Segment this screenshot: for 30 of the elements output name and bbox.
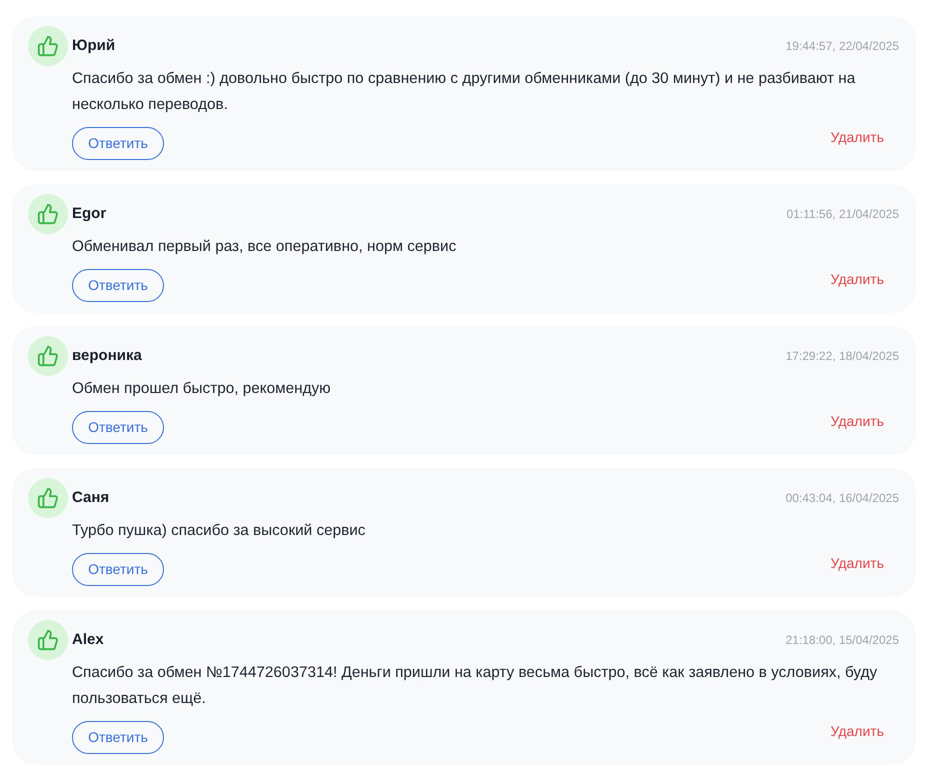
review-date: 19:44:57, 22/04/2025	[786, 38, 899, 55]
delete-button[interactable]: Удалить	[830, 721, 884, 741]
review-text: Спасибо за обмен :) довольно быстро по сравнению с другими обменниками (до 30 минут) и не разбивают на несколько переводов.	[72, 69, 856, 115]
reply-button[interactable]: Ответить	[72, 127, 164, 160]
thumbs-up-icon	[28, 478, 68, 518]
reply-button[interactable]: Ответить	[72, 721, 164, 754]
thumbs-up-icon	[28, 620, 68, 660]
author-name: Саня	[72, 488, 110, 508]
author-name: Egor	[72, 204, 106, 224]
thumbs-up-icon	[28, 336, 68, 376]
author-name: вероника	[72, 346, 142, 366]
review-date: 17:29:22, 18/04/2025	[786, 348, 899, 365]
review-date: 21:18:00, 15/04/2025	[786, 632, 899, 649]
review-text: Турбо пушка) спасибо за высокий сервис	[72, 521, 366, 541]
delete-button[interactable]: Удалить	[830, 553, 884, 573]
reply-button[interactable]: Ответить	[72, 553, 164, 586]
review-date: 01:11:56, 21/04/2025	[786, 206, 899, 223]
delete-button[interactable]: Удалить	[830, 411, 884, 431]
reply-button[interactable]: Ответить	[72, 411, 164, 444]
author-name: Юрий	[72, 36, 116, 56]
author-name: Alex	[72, 630, 104, 650]
reply-button[interactable]: Ответить	[72, 269, 164, 302]
review-text: Спасибо за обмен №1744726037314! Деньги пришли на карту весьма быстро, всё как заявлено в условиях, буду пользоваться ещё.	[72, 663, 878, 709]
thumbs-up-icon	[28, 194, 68, 234]
review-text: Обмен прошел быстро, рекомендую	[72, 379, 332, 399]
delete-button[interactable]: Удалить	[830, 269, 884, 289]
review-text: Обменивал первый раз, все оперативно, норм сервис	[72, 237, 458, 257]
delete-button[interactable]: Удалить	[830, 127, 884, 147]
review-date: 00:43:04, 16/04/2025	[786, 490, 899, 507]
thumbs-up-icon	[28, 26, 68, 66]
